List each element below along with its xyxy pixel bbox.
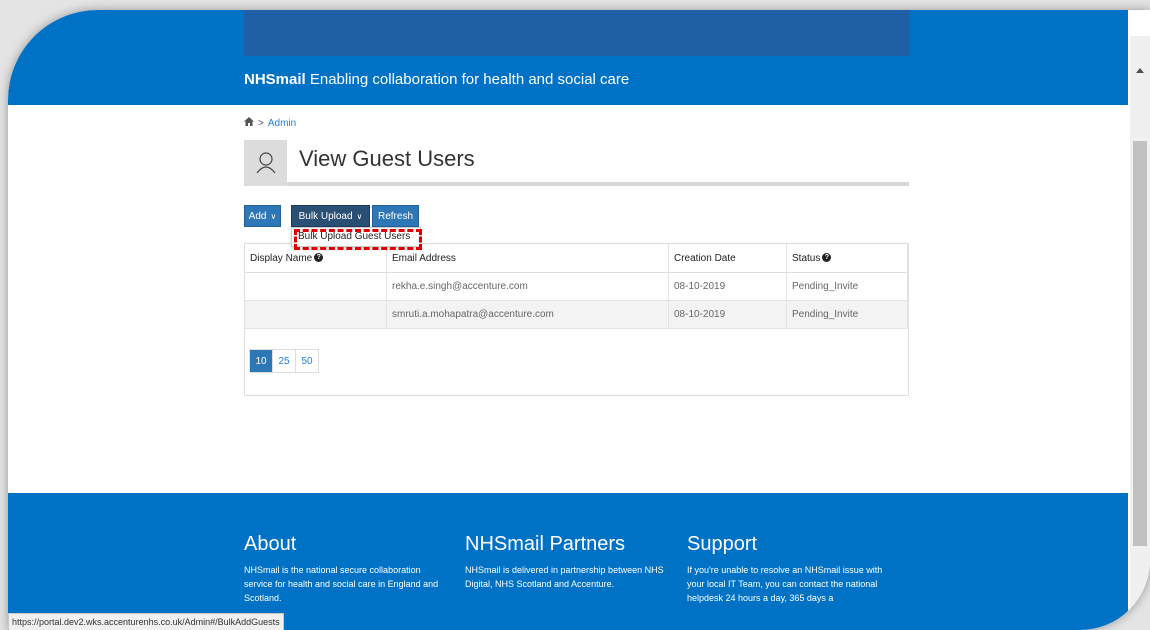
browser-viewport: NHSmail Enabling collaboration for healt…: [8, 10, 1150, 630]
scrollbar-thumb[interactable]: [1133, 141, 1147, 546]
add-button-label: Add: [248, 210, 267, 222]
nav-strip: [244, 10, 909, 56]
cell-email: smruti.a.mohapatra@accenture.com: [386, 300, 669, 329]
browser-status-url: https://portal.dev2.wks.accenturenhs.co.…: [8, 613, 284, 630]
chevron-down-icon: ∨: [356, 211, 363, 221]
table-row[interactable]: rekha.e.singh@accenture.com 08-10-2019 P…: [245, 272, 908, 301]
column-header-email[interactable]: Email Address: [386, 244, 669, 273]
page-header: View Guest Users: [244, 140, 909, 186]
guest-users-table-panel: Display Name? Email Address Creation Dat…: [244, 243, 909, 396]
breadcrumb-admin[interactable]: Admin: [268, 118, 296, 129]
cell-display-name: [245, 300, 387, 329]
page-size-25[interactable]: 25: [273, 350, 296, 372]
column-header-status[interactable]: Status?: [786, 244, 908, 273]
chevron-down-icon: ∨: [270, 211, 277, 221]
refresh-button-label: Refresh: [377, 210, 413, 222]
cell-creation-date: 08-10-2019: [668, 272, 787, 301]
footer-support-title: Support: [687, 533, 758, 555]
footer-about-title: About: [244, 533, 297, 555]
cell-status: Pending_Invite: [786, 300, 908, 329]
page-size-10[interactable]: 10: [250, 350, 273, 372]
site-footer: About NHSmail is the national secure col…: [8, 493, 1128, 630]
brand-tagline: NHSmail Enabling collaboration for healt…: [244, 71, 629, 88]
footer-about: About NHSmail is the national secure col…: [244, 533, 444, 605]
help-icon[interactable]: ?: [314, 253, 324, 263]
scroll-up-arrow-icon[interactable]: [1136, 68, 1144, 73]
brand-name[interactable]: NHSmail: [244, 71, 306, 88]
table-row[interactable]: smruti.a.mohapatra@accenture.com 08-10-2…: [245, 300, 908, 329]
title-underline: [287, 182, 909, 186]
page-size-selector: 10 25 50: [249, 349, 319, 373]
cell-creation-date: 08-10-2019: [668, 300, 787, 329]
page-title: View Guest Users: [299, 146, 475, 171]
bulk-upload-label: Bulk Upload: [298, 210, 353, 222]
cell-email: rekha.e.singh@accenture.com: [386, 272, 669, 301]
bulk-upload-button[interactable]: Bulk Upload ∨: [291, 205, 370, 227]
footer-support: Support If you're unable to resolve an N…: [687, 533, 887, 605]
user-icon: [244, 140, 287, 186]
home-icon[interactable]: [244, 117, 254, 129]
breadcrumb: > Admin: [244, 117, 296, 129]
help-icon[interactable]: ?: [822, 253, 832, 263]
breadcrumb-separator: >: [258, 117, 264, 129]
cell-display-name: [245, 272, 387, 301]
column-header-creation-date[interactable]: Creation Date: [668, 244, 787, 273]
brand-text: Enabling collaboration for health and so…: [305, 71, 630, 88]
scrollbar-track[interactable]: [1130, 36, 1150, 630]
footer-support-text: If you're unable to resolve an NHSmail i…: [687, 565, 883, 603]
header-banner: NHSmail Enabling collaboration for healt…: [8, 10, 1128, 105]
guest-users-table: Display Name? Email Address Creation Dat…: [245, 244, 908, 329]
page-size-50[interactable]: 50: [296, 350, 318, 372]
footer-partners: NHSmail Partners NHSmail is delivered in…: [465, 533, 665, 591]
footer-partners-text: NHSmail is delivered in partnership betw…: [465, 565, 664, 589]
footer-partners-title: NHSmail Partners: [465, 533, 626, 555]
footer-about-text: NHSmail is the national secure collabora…: [244, 565, 439, 603]
refresh-button[interactable]: Refresh: [372, 205, 419, 227]
add-button[interactable]: Add ∨: [244, 205, 281, 227]
highlight-annotation: [294, 229, 422, 250]
cell-status: Pending_Invite: [786, 272, 908, 301]
